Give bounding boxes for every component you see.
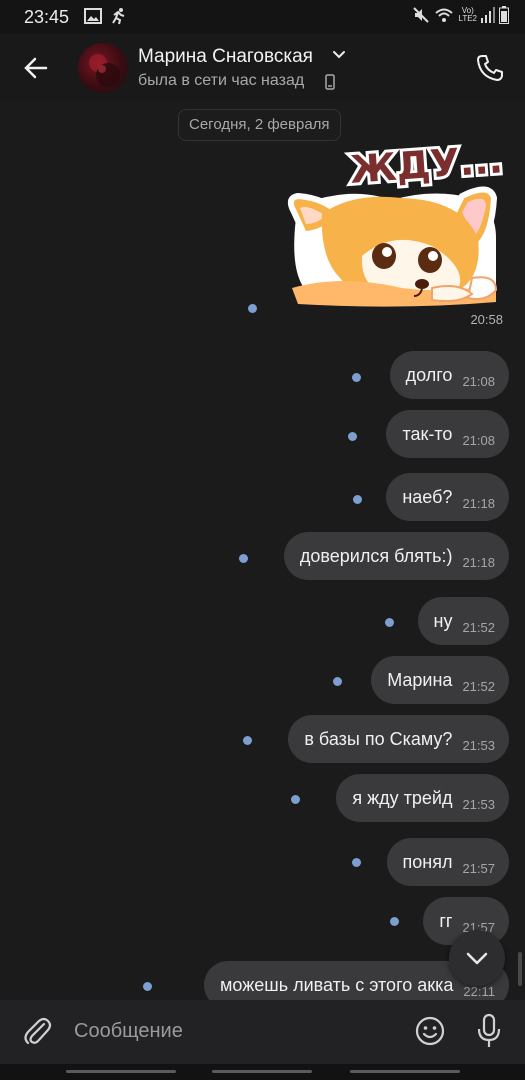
message-bubble[interactable]: я жду трейд 21:53 — [336, 774, 509, 822]
message-composer: Сообщение — [0, 1000, 525, 1064]
chevron-down-icon[interactable] — [332, 50, 346, 60]
nav-recent-button[interactable] — [66, 1070, 176, 1073]
back-arrow-icon[interactable] — [20, 52, 52, 84]
message-time: 21:52 — [462, 678, 495, 694]
message-bubble[interactable]: ну 21:52 — [417, 597, 509, 645]
network-label: Vo) LTE2 — [458, 6, 477, 23]
unread-dot — [352, 858, 361, 867]
chat-header: Марина Снаговская была в сети час назад — [0, 34, 525, 100]
scroll-down-button[interactable] — [449, 930, 505, 986]
unread-dot — [348, 432, 357, 441]
emoji-icon[interactable] — [414, 1015, 446, 1047]
message-time: 21:08 — [462, 432, 495, 448]
message-time: 20:58 — [470, 312, 503, 327]
avatar-image — [89, 54, 120, 87]
sticker-caption: ЖДУ... — [348, 138, 504, 192]
message-text: можешь ливать с этого акка — [220, 974, 454, 995]
nav-back-button[interactable] — [350, 1070, 460, 1073]
message-text: так-то — [402, 423, 453, 444]
message-text: наеб? — [402, 486, 453, 507]
corgi-sticker-image: ЖДУ... — [287, 134, 507, 307]
unread-dot — [390, 917, 399, 926]
avatar[interactable] — [78, 43, 128, 93]
unread-dot — [291, 795, 300, 804]
message-text: долго — [405, 364, 453, 385]
status-bar: 23:45 Vo) LTE2 — [0, 0, 525, 34]
message-text: Марина — [387, 669, 453, 690]
date-separator: Сегодня, 2 февраля — [178, 109, 341, 141]
message-time: 21:52 — [462, 619, 495, 635]
unread-dot — [385, 618, 394, 627]
message-bubble[interactable]: в базы по Скаму? 21:53 — [288, 715, 509, 763]
message-bubble[interactable]: долго 21:08 — [389, 351, 509, 399]
system-navigation-bar — [0, 1064, 525, 1080]
message-text: доверился блять:) — [299, 545, 453, 566]
microphone-icon[interactable] — [475, 1013, 503, 1049]
message-text: ну — [433, 610, 453, 631]
chevron-down-icon — [466, 952, 488, 965]
message-bubble[interactable]: так-то 21:08 — [386, 410, 509, 458]
nav-home-button[interactable] — [212, 1070, 312, 1073]
unread-dot — [352, 373, 361, 382]
message-time: 21:57 — [462, 860, 495, 876]
unread-dot — [353, 495, 362, 504]
activity-icon — [112, 8, 125, 25]
image-icon — [84, 8, 102, 24]
presence-status: была в сети час назад — [138, 72, 305, 89]
battery-icon — [499, 6, 509, 24]
signal-icon — [481, 7, 495, 23]
mobile-phone-icon — [325, 74, 335, 90]
wifi-icon — [435, 8, 454, 22]
unread-dot — [333, 677, 342, 686]
status-time: 23:45 — [24, 7, 70, 27]
message-bubble[interactable]: наеб? 21:18 — [386, 473, 509, 521]
message-text: я жду трейд — [352, 787, 453, 808]
message-time: 21:53 — [462, 737, 495, 753]
unread-dot — [239, 554, 248, 563]
message-text: понял — [402, 851, 453, 872]
message-time: 21:18 — [462, 495, 495, 511]
unread-dot — [243, 736, 252, 745]
message-time: 21:08 — [462, 373, 495, 389]
message-input[interactable]: Сообщение — [74, 1020, 183, 1043]
message-text: гг — [439, 910, 453, 931]
contact-name[interactable]: Марина Снаговская — [138, 46, 313, 68]
sticker-message[interactable]: ЖДУ... — [282, 134, 507, 308]
message-time: 21:18 — [462, 554, 495, 570]
unread-dot — [248, 304, 257, 313]
call-icon[interactable] — [474, 52, 506, 84]
scrollbar-thumb[interactable] — [518, 952, 522, 986]
message-bubble[interactable]: доверился блять:) 21:18 — [283, 532, 509, 580]
unread-dot — [143, 982, 152, 991]
message-text: в базы по Скаму? — [304, 728, 453, 749]
message-bubble[interactable]: понял 21:57 — [386, 838, 509, 886]
paperclip-icon[interactable] — [20, 1014, 54, 1048]
mute-icon — [413, 7, 430, 23]
message-time: 21:53 — [462, 796, 495, 812]
message-bubble[interactable]: Марина 21:52 — [371, 656, 509, 704]
